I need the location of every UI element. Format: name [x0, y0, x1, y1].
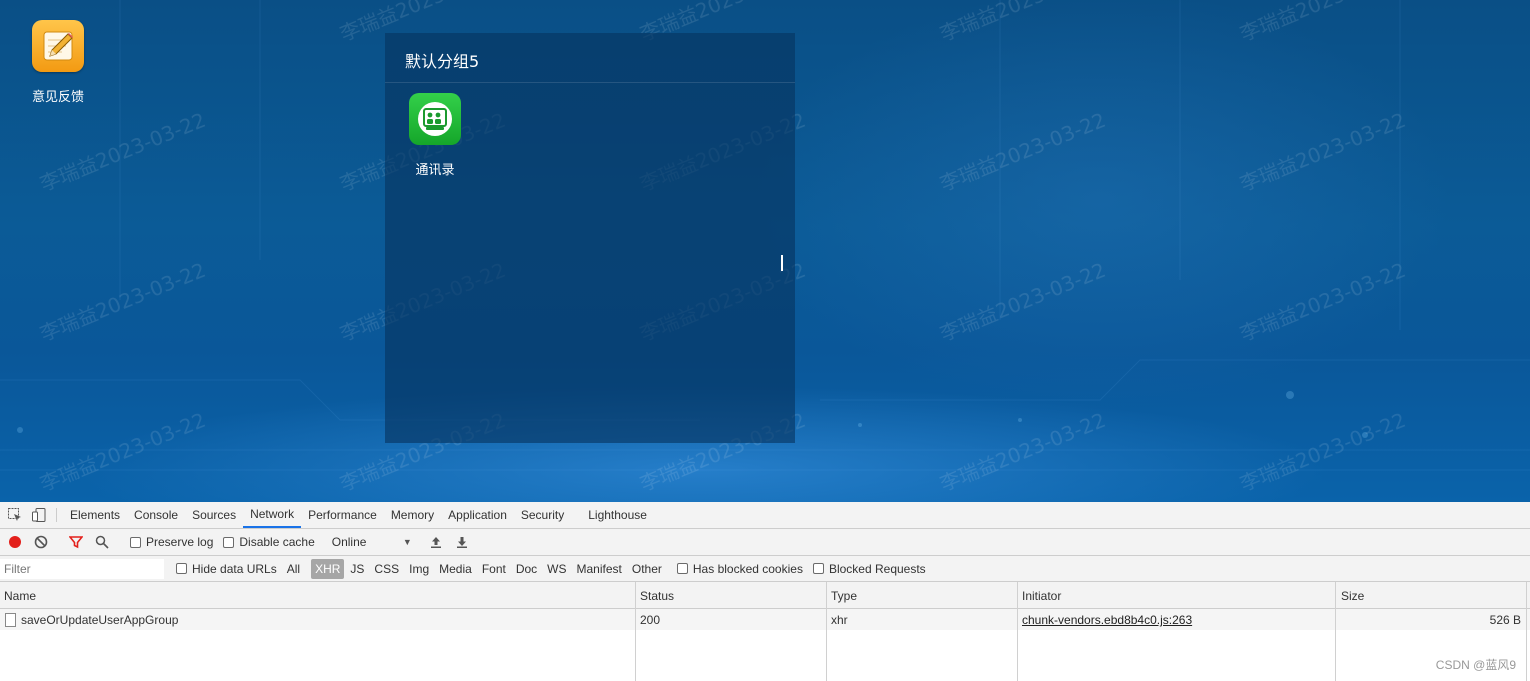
request-type: xhr [831, 613, 848, 627]
filter-type-ws[interactable]: WS [543, 559, 570, 579]
clear-icon [34, 535, 48, 549]
checkbox-box[interactable] [176, 563, 187, 574]
tab-lighthouse[interactable]: Lighthouse [581, 502, 654, 528]
column-divider[interactable] [1335, 582, 1336, 681]
preserve-log-checkbox[interactable]: Preserve log [130, 535, 213, 549]
disable-cache-checkbox[interactable]: Disable cache [223, 535, 315, 549]
app-group-panel: 默认分组5 通讯录 [385, 33, 795, 443]
checkbox-box[interactable] [676, 563, 688, 574]
record-button[interactable] [4, 531, 26, 553]
record-icon [9, 536, 21, 548]
column-header-type[interactable]: Type [831, 589, 857, 603]
filter-icon [69, 536, 83, 549]
clear-button[interactable] [30, 531, 52, 553]
source-credit: CSDN @蓝风9 [1435, 658, 1516, 672]
group-title: 默认分组5 [385, 33, 795, 83]
hide-data-urls-label: Hide data URLs [192, 561, 277, 576]
upload-icon [430, 537, 441, 548]
filter-type-other[interactable]: Other [628, 559, 666, 579]
app-item-contacts[interactable]: 通讯录 [405, 93, 465, 178]
network-toolbar: Preserve log Disable cache Online ▼ [0, 529, 1530, 556]
filter-type-xhr[interactable]: XHR [311, 558, 345, 579]
tab-sources[interactable]: Sources [185, 502, 243, 528]
tab-security[interactable]: Security [514, 502, 571, 528]
tab-performance[interactable]: Performance [301, 502, 384, 528]
download-icon [456, 537, 467, 548]
blocked-requests-label: Blocked Requests [828, 561, 926, 576]
table-header: Name Status Type Initiator Size [0, 582, 1530, 609]
request-status: 200 [640, 613, 661, 627]
tab-elements[interactable]: Elements [63, 502, 127, 528]
filter-type-media[interactable]: Media [435, 559, 476, 579]
column-divider[interactable] [1526, 582, 1527, 681]
network-filterbar: Hide data URLs All XHR JS CSS Img Media … [0, 556, 1530, 582]
table-row[interactable]: saveOrUpdateUserAppGroup 200 xhr chunk-v… [0, 609, 1530, 630]
filter-toggle-button[interactable] [65, 531, 87, 553]
devtools-panel: Elements Console Sources Network Perform… [0, 502, 1530, 681]
disable-cache-label: Disable cache [239, 535, 315, 549]
text-cursor [781, 255, 783, 271]
preserve-log-label: Preserve log [146, 535, 214, 549]
app-item-label: 通讯录 [415, 163, 455, 178]
blocked-requests-checkbox[interactable]: Blocked Requests [812, 561, 926, 576]
column-header-initiator[interactable]: Initiator [1022, 589, 1061, 603]
devtools-tabbar: Elements Console Sources Network Perform… [0, 502, 1530, 529]
request-size: 526 B [1489, 613, 1521, 627]
checkbox-box[interactable] [812, 563, 824, 574]
has-blocked-cookies-checkbox[interactable]: Has blocked cookies [676, 561, 803, 576]
column-divider[interactable] [826, 582, 827, 681]
throttle-select[interactable]: Online ▼ [332, 535, 412, 549]
filter-type-img[interactable]: Img [405, 559, 433, 579]
has-blocked-cookies-label: Has blocked cookies [692, 561, 803, 576]
filter-type-css[interactable]: CSS [370, 559, 403, 579]
filter-type-doc[interactable]: Doc [512, 559, 541, 579]
filter-type-all[interactable]: All [283, 559, 304, 579]
file-icon [5, 613, 16, 627]
export-har-button[interactable] [451, 531, 473, 553]
throttle-value: Online [331, 535, 367, 549]
tab-network[interactable]: Network [243, 502, 302, 528]
toolbar-divider [56, 508, 57, 522]
request-initiator-link[interactable]: chunk-vendors.ebd8b4c0.js:263 [1022, 613, 1192, 627]
desktop-icon-label: 意见反馈 [31, 90, 84, 105]
tab-console[interactable]: Console [127, 502, 185, 528]
dropdown-arrow-icon: ▼ [402, 537, 412, 547]
contacts-board-icon [409, 93, 461, 145]
inspect-element-icon[interactable] [4, 502, 26, 528]
column-header-status[interactable]: Status [640, 589, 674, 603]
pencil-notepad-icon [32, 20, 84, 72]
desktop: 李瑞益2023-03-22 李瑞益2023-03-22 李瑞益2023-03-2… [0, 0, 1530, 502]
checkbox-box[interactable] [130, 536, 141, 548]
desktop-icon-feedback[interactable]: 意见反馈 [22, 20, 94, 105]
column-header-name[interactable]: Name [4, 589, 36, 603]
tab-memory[interactable]: Memory [384, 502, 441, 528]
filter-type-manifest[interactable]: Manifest [573, 559, 626, 579]
filter-type-js[interactable]: JS [346, 559, 368, 579]
import-har-button[interactable] [425, 531, 447, 553]
column-divider[interactable] [1017, 582, 1018, 681]
tab-application[interactable]: Application [441, 502, 514, 528]
device-toggle-icon[interactable] [28, 502, 50, 528]
hide-data-urls-checkbox[interactable]: Hide data URLs [176, 562, 277, 576]
column-divider[interactable] [635, 582, 636, 681]
filter-type-font[interactable]: Font [478, 559, 510, 579]
search-icon [95, 535, 109, 549]
filter-input[interactable] [0, 558, 164, 579]
request-name[interactable]: saveOrUpdateUserAppGroup [21, 613, 178, 627]
network-request-table: Name Status Type Initiator Size saveOrUp… [0, 582, 1530, 681]
search-button[interactable] [91, 531, 113, 553]
column-header-size[interactable]: Size [1341, 589, 1364, 603]
checkbox-box[interactable] [223, 536, 235, 548]
